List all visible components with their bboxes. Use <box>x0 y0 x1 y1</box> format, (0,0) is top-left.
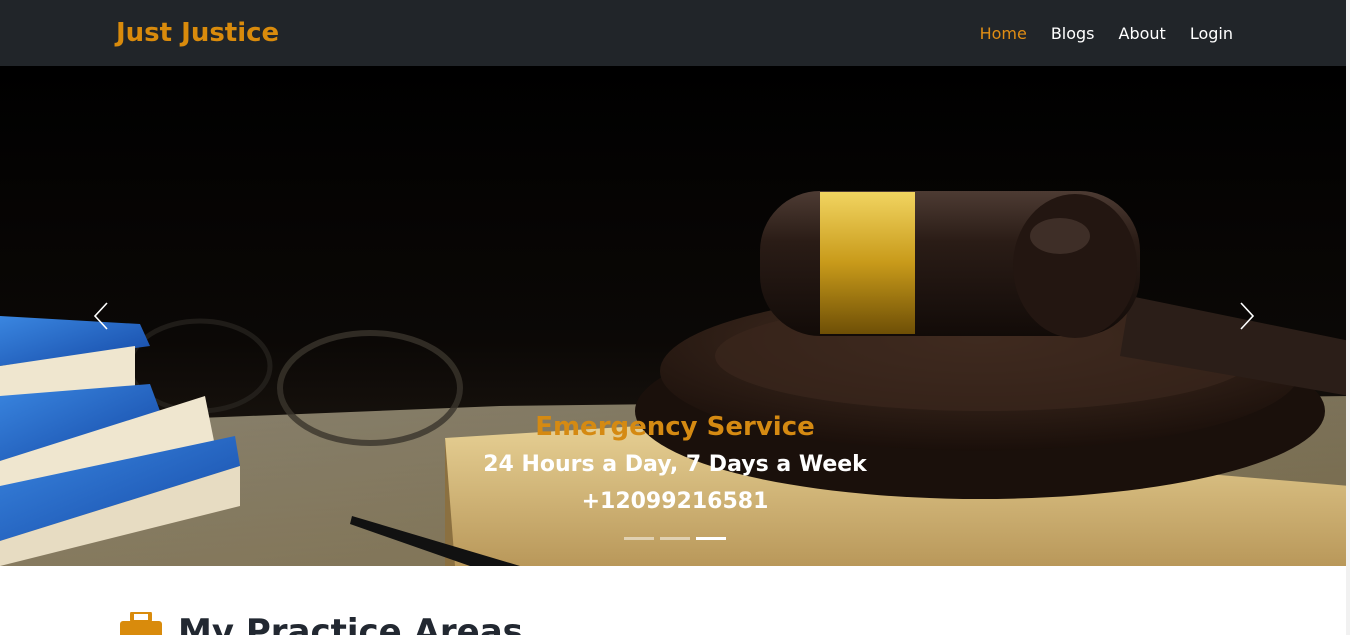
carousel-next-button[interactable] <box>1232 294 1262 338</box>
navbar: Just Justice Home Blogs About Login <box>0 0 1350 66</box>
brand-logo[interactable]: Just Justice <box>116 16 279 50</box>
carousel-indicator-1[interactable] <box>624 537 654 540</box>
nav-link-home[interactable]: Home <box>980 24 1027 43</box>
hero-carousel: Emergency Service 24 Hours a Day, 7 Days… <box>0 66 1350 566</box>
carousel-indicators <box>624 537 726 540</box>
nav-link-blogs[interactable]: Blogs <box>1051 24 1095 43</box>
hero-subtitle: 24 Hours a Day, 7 Days a Week <box>483 452 867 477</box>
chevron-right-icon <box>1240 302 1255 330</box>
hero-title: Emergency Service <box>535 412 815 442</box>
section-title: My Practice Areas <box>178 612 523 635</box>
hero-phone: +12099216581 <box>581 489 769 514</box>
carousel-indicator-3[interactable] <box>696 537 726 540</box>
nav-links: Home Blogs About Login <box>980 0 1233 66</box>
practice-areas-header: My Practice Areas <box>118 612 523 635</box>
carousel-prev-button[interactable] <box>86 294 116 338</box>
page-scrollbar[interactable] <box>1346 0 1350 635</box>
nav-link-login[interactable]: Login <box>1190 24 1233 43</box>
chevron-left-icon <box>93 302 108 330</box>
carousel-indicator-2[interactable] <box>660 537 690 540</box>
nav-link-about[interactable]: About <box>1119 24 1166 43</box>
briefcase-icon <box>120 612 162 635</box>
